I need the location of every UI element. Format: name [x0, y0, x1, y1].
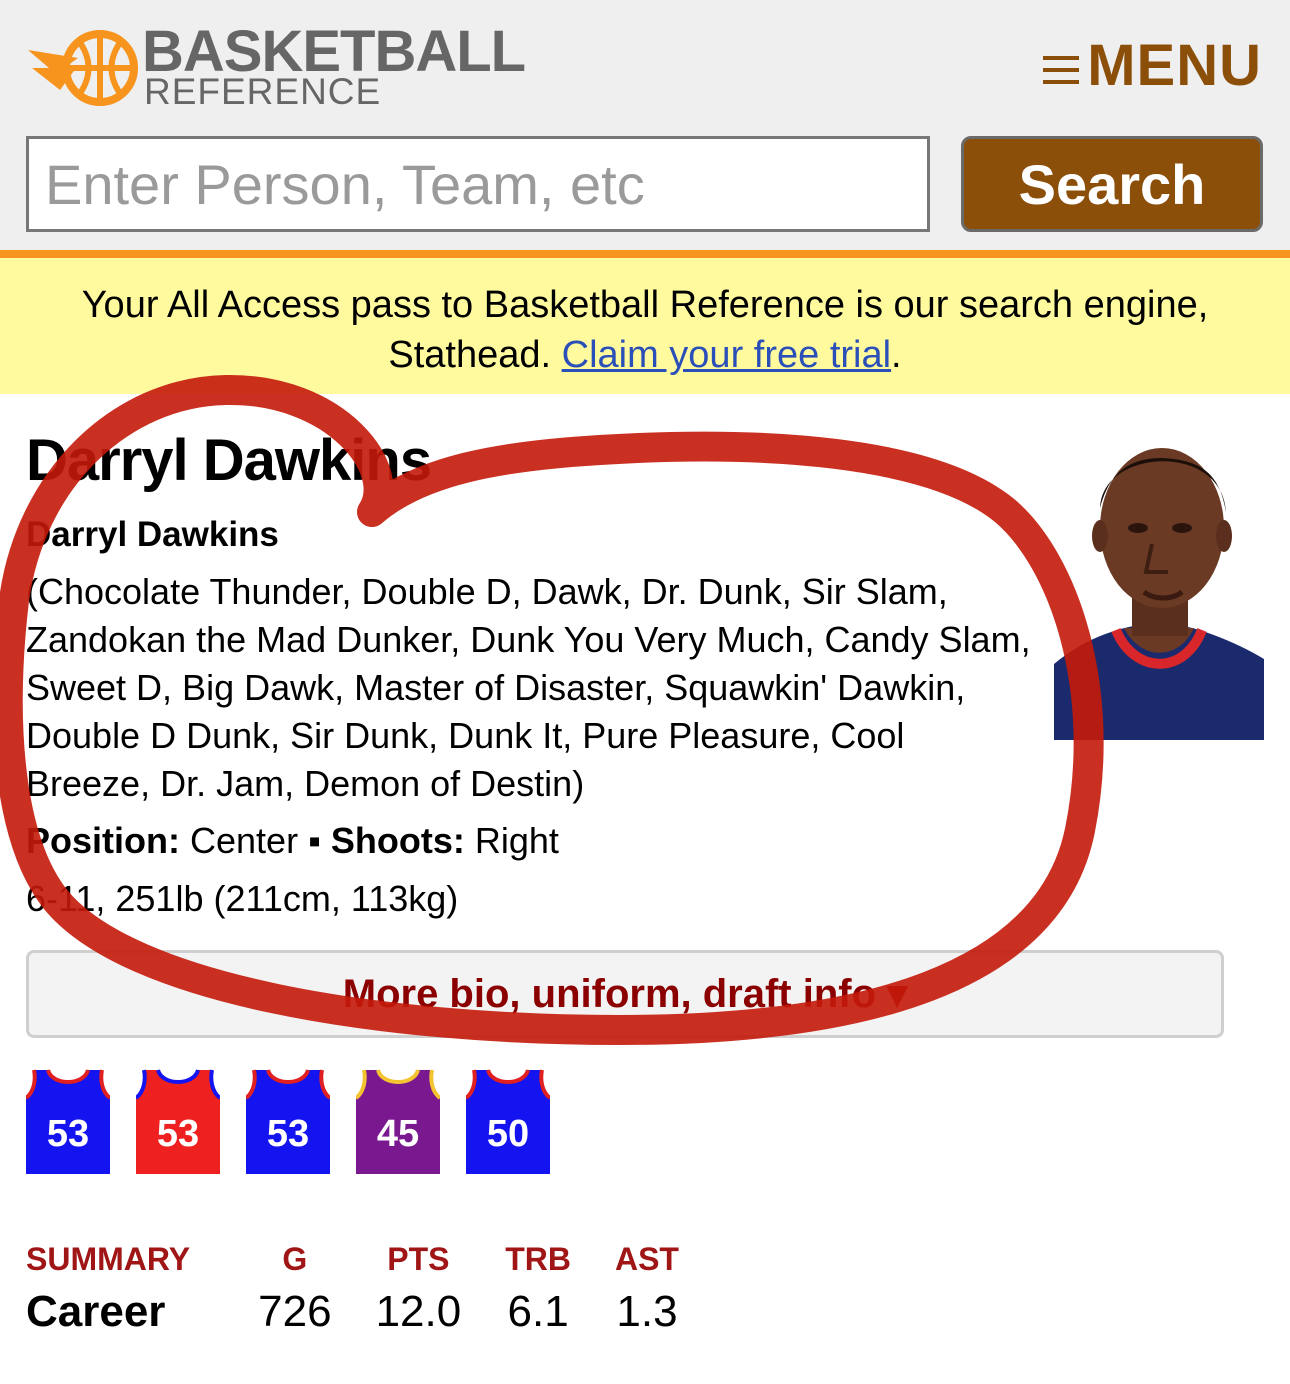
points-header: PTS: [387, 1240, 450, 1277]
jersey-3[interactable]: 53: [246, 1068, 330, 1174]
summary-header-row: SUMMARY G PTS TRB AST: [26, 1236, 701, 1282]
summary-table: SUMMARY G PTS TRB AST Career 726 12.0 6.…: [26, 1236, 701, 1342]
career-rebounds: 6.1: [507, 1287, 569, 1336]
summary-header: SUMMARY: [26, 1240, 191, 1277]
menu-button[interactable]: MENU: [1043, 30, 1262, 100]
hamburger-icon: [1043, 56, 1080, 84]
jersey-number: 45: [376, 1113, 420, 1155]
career-label: Career: [26, 1287, 166, 1336]
caret-down-icon: ▾: [887, 972, 908, 1016]
rebounds-header: TRB: [505, 1240, 571, 1277]
site-header: BASKETBALL REFERENCE MENU Search: [0, 0, 1290, 250]
career-row: Career 726 12.0 6.1 1.3: [26, 1282, 701, 1342]
player-headshot-image: [1054, 424, 1264, 740]
career-games: 726: [258, 1287, 332, 1336]
jersey-number: 53: [46, 1113, 90, 1155]
search-input[interactable]: [26, 136, 930, 232]
career-points: 12.0: [375, 1287, 462, 1336]
assists-header: AST: [614, 1240, 679, 1277]
jersey-4[interactable]: 45: [356, 1068, 440, 1174]
search-button[interactable]: Search: [961, 136, 1263, 232]
menu-label: MENU: [1087, 32, 1262, 98]
jersey-number: 50: [486, 1113, 530, 1155]
career-assists: 1.3: [616, 1287, 678, 1336]
player-nicknames: (Chocolate Thunder, Double D, Dawk, Dr. …: [26, 571, 1031, 804]
jersey-5[interactable]: 50: [466, 1068, 550, 1174]
site-logo[interactable]: BASKETBALL REFERENCE: [26, 22, 526, 112]
page-title: Darryl Dawkins: [26, 428, 432, 493]
header-divider: [0, 250, 1290, 258]
more-bio-label: More bio, uniform, draft info: [342, 972, 877, 1016]
logo-text-reference: REFERENCE: [144, 71, 382, 112]
uniform-numbers: 53 53 53 45 50: [26, 1068, 550, 1174]
basketball-logo-icon: [28, 30, 138, 106]
free-trial-link[interactable]: Claim your free trial: [562, 334, 891, 376]
career-summary: SUMMARY G PTS TRB AST Career 726 12.0 6.…: [26, 1236, 701, 1342]
jersey-2[interactable]: 53: [136, 1068, 220, 1174]
jersey-number: 53: [156, 1113, 200, 1155]
height-weight: 6-11, 251lb (211cm, 113kg): [26, 878, 459, 919]
position-shoots-line: Position: Center ▪ Shoots: Right: [26, 818, 559, 864]
promo-period: .: [891, 334, 902, 376]
shoots-label: Shoots:: [330, 820, 465, 861]
jersey-number: 53: [266, 1113, 310, 1155]
shoots-value: Right: [474, 820, 559, 861]
player-photo: [1054, 424, 1264, 740]
separator-icon: ▪: [308, 820, 321, 861]
player-full-name: Darryl Dawkins: [26, 515, 279, 554]
more-bio-button[interactable]: More bio, uniform, draft info ▾: [26, 950, 1224, 1038]
position-value: Center: [190, 820, 299, 861]
promo-banner: Your All Access pass to Basketball Refer…: [0, 258, 1290, 394]
position-label: Position:: [26, 820, 180, 861]
games-header: G: [282, 1240, 308, 1277]
jersey-1[interactable]: 53: [26, 1068, 110, 1174]
